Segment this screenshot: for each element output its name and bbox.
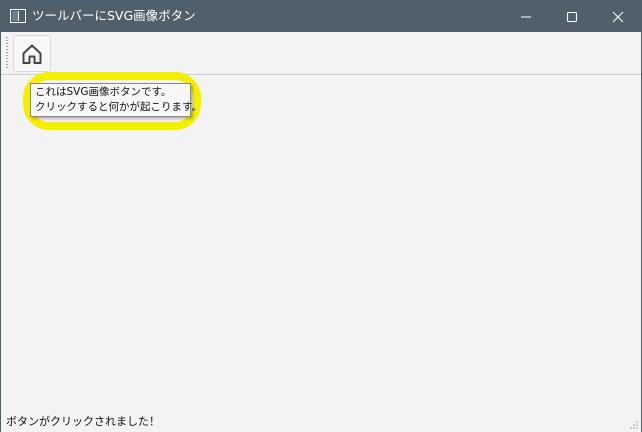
status-bar: ボタンがクリックされました！ <box>1 411 641 432</box>
tooltip: これはSVG画像ボタンです。 クリックすると何かが起こります。 <box>30 83 202 117</box>
tooltip-line-1: これはSVG画像ボタンです。 <box>35 86 172 98</box>
window-icon <box>10 9 26 23</box>
maximize-icon <box>566 11 578 23</box>
toolbar <box>1 32 641 75</box>
tooltip-line-2: クリックすると何かが起こります。 <box>35 101 202 113</box>
status-message: ボタンがクリックされました！ <box>6 415 160 428</box>
toolbar-grip[interactable] <box>6 37 8 69</box>
home-button[interactable] <box>13 35 51 72</box>
close-icon <box>612 11 624 23</box>
app-window: ツールバーにSVG画像ボタン これはSVG画像ボタンです。 クリックすると何かが… <box>0 0 642 432</box>
home-icon <box>22 44 42 64</box>
window-title: ツールバーにSVG画像ボタン <box>32 8 196 23</box>
close-button[interactable] <box>595 1 641 32</box>
title-bar[interactable]: ツールバーにSVG画像ボタン <box>1 1 641 32</box>
resize-grip-icon[interactable] <box>629 420 639 430</box>
maximize-button[interactable] <box>549 1 595 32</box>
minimize-icon <box>521 16 531 18</box>
minimize-button[interactable] <box>503 1 549 32</box>
